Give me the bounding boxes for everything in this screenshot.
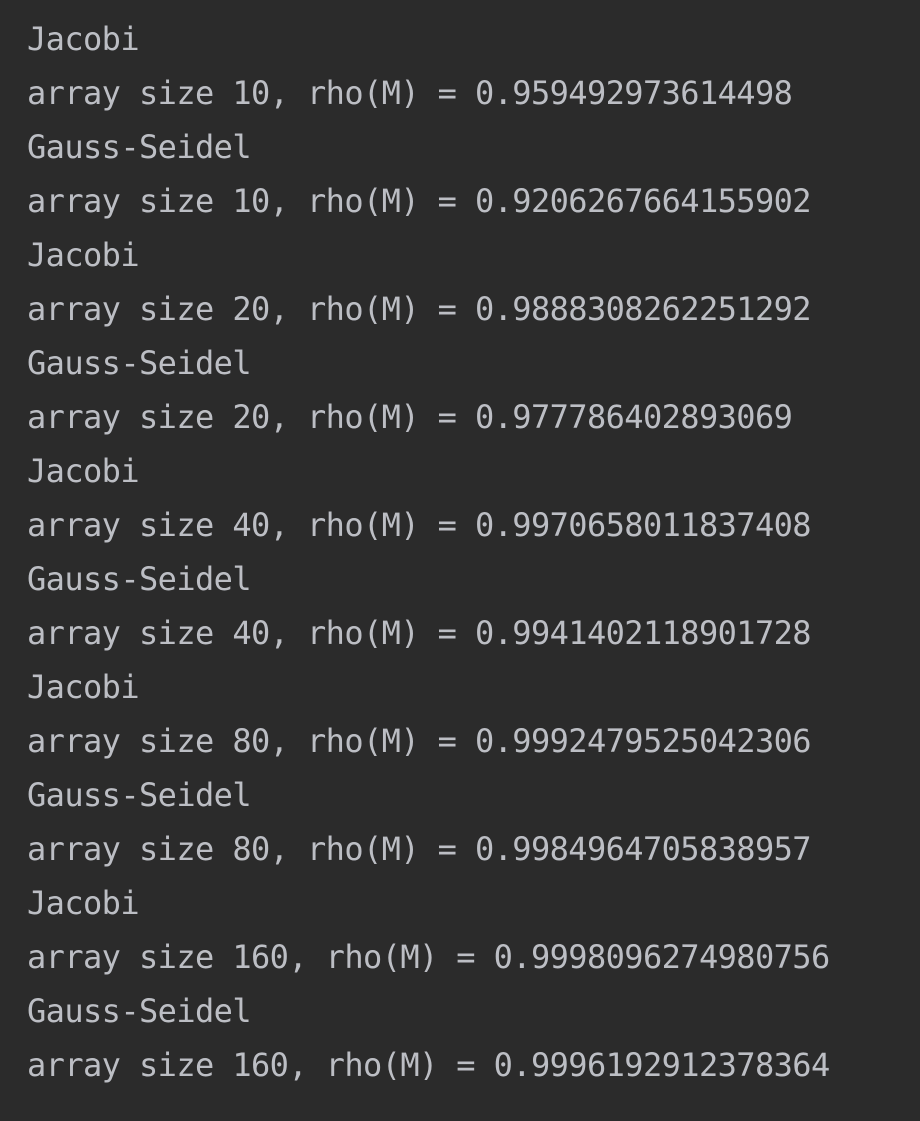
output-line-result: array size 20, rho(M) = 0.97778640289306… xyxy=(27,398,793,436)
output-line-method: Jacobi xyxy=(27,236,140,274)
output-line-result: array size 80, rho(M) = 0.99924795250423… xyxy=(27,722,812,760)
output-line-method: Gauss-Seidel xyxy=(27,560,252,598)
output-line-result: array size 160, rho(M) = 0.9998096274980… xyxy=(27,938,830,976)
output-line-result: array size 160, rho(M) = 0.9996192912378… xyxy=(27,1046,830,1084)
output-line-method: Jacobi xyxy=(27,20,140,58)
output-line-method: Gauss-Seidel xyxy=(27,776,252,814)
output-line-result: array size 40, rho(M) = 0.99414021189017… xyxy=(27,614,812,652)
output-line-method: Gauss-Seidel xyxy=(27,344,252,382)
output-line-result: array size 10, rho(M) = 0.95949297361449… xyxy=(27,74,793,112)
output-line-method: Jacobi xyxy=(27,668,140,706)
output-line-method: Gauss-Seidel xyxy=(27,992,252,1030)
output-line-method: Gauss-Seidel xyxy=(27,128,252,166)
output-line-result: array size 80, rho(M) = 0.99849647058389… xyxy=(27,830,812,868)
console-output[interactable]: Jacobi array size 10, rho(M) = 0.9594929… xyxy=(0,0,920,1121)
output-line-method: Jacobi xyxy=(27,884,140,922)
output-line-result: array size 40, rho(M) = 0.99706580118374… xyxy=(27,506,812,544)
output-line-method: Jacobi xyxy=(27,452,140,490)
output-line-result: array size 20, rho(M) = 0.98883082622512… xyxy=(27,290,812,328)
output-line-result: array size 10, rho(M) = 0.92062676641559… xyxy=(27,182,812,220)
